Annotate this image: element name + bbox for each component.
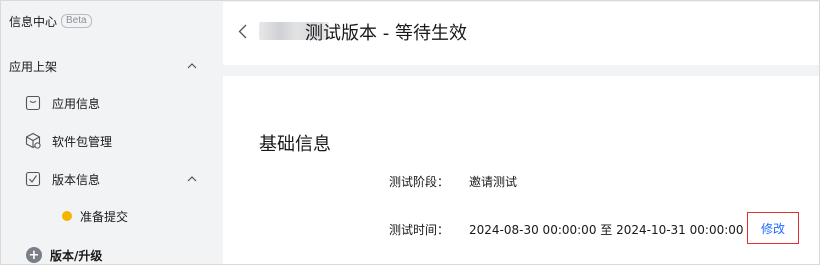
section-title: 基础信息 (259, 134, 331, 155)
basic-info-panel: 基础信息 测试阶段： 邀请测试 测试时间： 2024-08-30 00:00:0… (223, 76, 819, 264)
sidebar-item-version-info-left: 版本信息 (24, 170, 100, 188)
field-label: 测试阶段： (389, 174, 450, 189)
sidebar-item-package-management[interactable]: 软件包管理 (24, 130, 199, 152)
sidebar-item-label: 版本信息 (52, 172, 101, 187)
sidebar-item-app-info[interactable]: 应用信息 (24, 92, 199, 114)
sidebar-item-label: 软件包管理 (52, 134, 113, 149)
edit-test-time-button[interactable]: 修改 (747, 212, 799, 244)
field-label: 测试时间： (389, 222, 450, 237)
sidebar-info-center-label: 信息中心 (9, 14, 58, 29)
back-arrow-icon[interactable] (234, 19, 250, 43)
status-dot (62, 211, 72, 221)
sidebar-subitem-label: 准备提交 (80, 209, 129, 224)
chevron-up-icon[interactable] (185, 59, 199, 73)
test-time-row: 测试时间： 2024-08-30 00:00:00 至 2024-10-31 0… (389, 219, 744, 239)
app-window: 信息中心 Beta 应用上架 应用信息 软件包管理 版本信息 准备提交 + 版本… (0, 0, 820, 265)
plus-circle-icon: + (26, 247, 42, 263)
page-header: 测试版本 - 等待生效 (223, 2, 819, 65)
package-icon (24, 132, 42, 150)
sidebar-item-version-info[interactable]: 版本信息 (24, 168, 199, 190)
beta-badge: Beta (61, 14, 92, 28)
app-info-icon (24, 94, 42, 112)
sidebar: 信息中心 Beta 应用上架 应用信息 软件包管理 版本信息 准备提交 + 版本… (2, 2, 223, 264)
sidebar-subitem-prepare-submit[interactable]: 准备提交 (62, 207, 128, 225)
version-icon (24, 170, 42, 188)
sidebar-group-label: 应用上架 (9, 59, 58, 74)
field-value: 邀请测试 (469, 174, 518, 189)
sidebar-info-center[interactable]: 信息中心 Beta (9, 12, 92, 30)
sidebar-item-version-upgrade[interactable]: + 版本/升级 (26, 245, 103, 264)
sidebar-item-label: 版本/升级 (50, 248, 103, 263)
sidebar-item-label: 应用信息 (52, 96, 101, 111)
page-title: 测试版本 - 等待生效 (305, 23, 467, 44)
chevron-up-icon[interactable] (185, 172, 199, 186)
sidebar-group-app-listing[interactable]: 应用上架 (9, 56, 199, 76)
field-value: 2024-08-30 00:00:00 至 2024-10-31 00:00:0… (469, 222, 744, 237)
test-stage-row: 测试阶段： 邀请测试 (389, 171, 517, 191)
